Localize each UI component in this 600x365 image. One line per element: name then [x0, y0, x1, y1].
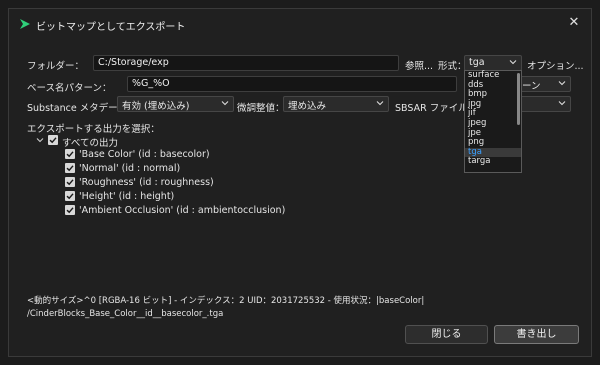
output-checkbox[interactable]: [65, 163, 75, 173]
chevron-down-icon: [558, 101, 566, 106]
format-select[interactable]: tga: [464, 55, 522, 71]
format-dropdown-list: surface dds bmp jpg jif jpeg jpe png tga…: [464, 70, 522, 173]
outputs-section-label: エクスポートする出力を選択：: [27, 124, 160, 135]
substance-metadata-select[interactable]: 有効 (埋め込み): [117, 96, 234, 112]
all-outputs-checkbox[interactable]: [48, 135, 58, 145]
folder-label: フォルダー：: [27, 61, 85, 72]
output-checkbox[interactable]: [65, 177, 75, 187]
output-checkbox[interactable]: [65, 205, 75, 215]
output-info-line: <動的サイズ>^0 [RGBA-16 ビット] - インデックス：2 UID：2…: [27, 296, 425, 306]
chevron-down-icon[interactable]: [36, 136, 44, 144]
chevron-down-icon: [509, 60, 517, 65]
sbsar-file-select[interactable]: [517, 96, 571, 112]
format-label: 形式：: [438, 61, 467, 72]
output-checkbox[interactable]: [65, 191, 75, 201]
chevron-down-icon: [221, 101, 229, 106]
export-bitmap-dialog: ビットマップとしてエクスポート ✕ フォルダー： C:/Storage/exp …: [8, 8, 592, 357]
output-label: 'Roughness' (id : roughness): [79, 177, 214, 188]
title-bar: ビットマップとしてエクスポート ✕: [9, 9, 591, 39]
export-write-button[interactable]: 書き出し: [494, 325, 579, 344]
dropdown-scrollbar[interactable]: [517, 73, 520, 125]
fine-tune-select[interactable]: 埋め込み: [283, 96, 389, 112]
options-button[interactable]: オプション...: [527, 58, 584, 72]
all-outputs-label: すべての出力: [62, 138, 118, 149]
format-option[interactable]: targa: [465, 157, 521, 167]
basename-label: ベース名パターン：: [27, 83, 112, 94]
output-label: 'Ambient Occlusion' (id : ambientocclusi…: [79, 205, 286, 216]
output-label: 'Height' (id : height): [79, 191, 175, 202]
window-title: ビットマップとしてエクスポート: [36, 22, 186, 33]
browse-button[interactable]: 参照...: [405, 58, 433, 72]
output-filename-line: /CinderBlocks_Base_Color__id__basecolor_…: [27, 309, 224, 319]
right-combo-row2[interactable]: ーン: [517, 76, 571, 92]
output-label: 'Base Color' (id : basecolor): [79, 149, 210, 160]
close-button[interactable]: 閉じる: [405, 325, 488, 344]
chevron-down-icon: [558, 81, 566, 86]
basename-pattern-field[interactable]: %G_%O: [127, 76, 457, 92]
chevron-down-icon: [376, 101, 384, 106]
output-checkbox[interactable]: [65, 149, 75, 159]
close-icon[interactable]: ✕: [567, 16, 581, 30]
folder-path-field[interactable]: C:/Storage/exp: [93, 55, 399, 71]
output-label: 'Normal' (id : normal): [79, 163, 181, 174]
substance-app-icon: [20, 19, 30, 29]
fine-tune-label: 微調整値：: [237, 103, 285, 114]
